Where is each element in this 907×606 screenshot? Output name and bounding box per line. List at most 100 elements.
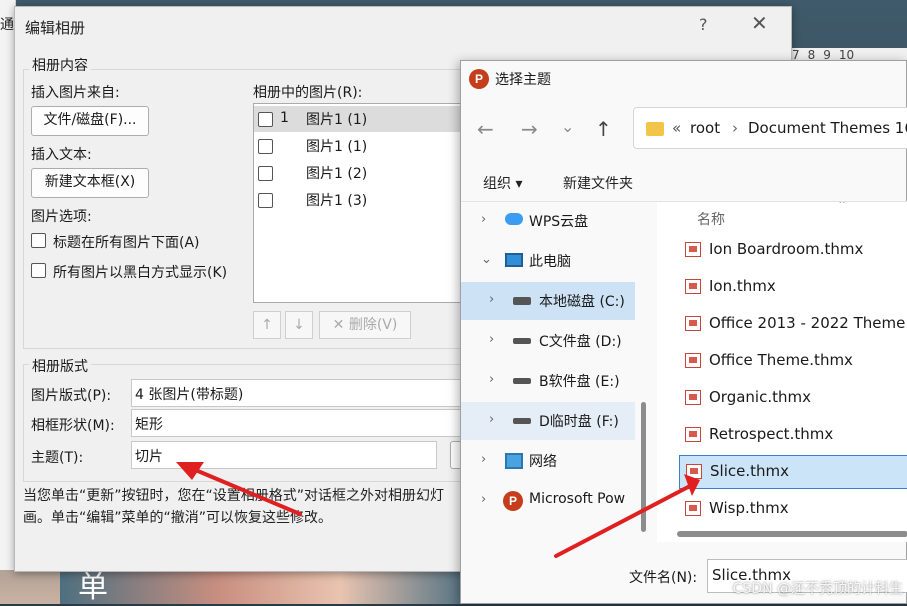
file-item[interactable]: Ion.thmx (677, 270, 907, 304)
theme-file-icon (685, 427, 701, 442)
ribbon-tab-fragment[interactable]: 通 (0, 14, 14, 34)
nav-item-label: WPS云盘 (529, 214, 589, 230)
nav-item-label: 本地磁盘 (C:) (539, 294, 625, 310)
info-text-line: 画。单击“编辑”菜单的“撤消”可以恢复这些修改。 (23, 510, 333, 526)
frame-shape-select[interactable]: 矩形 (131, 409, 461, 437)
computer-icon (505, 253, 523, 267)
nav-item-drive-e[interactable]: › B软件盘 (E:) (461, 362, 635, 400)
chevron-down-icon[interactable]: ⌄ (481, 252, 492, 267)
theme-file-icon (685, 501, 701, 516)
breadcrumb-root[interactable]: root (690, 119, 720, 137)
choose-theme-dialog: P 选择主题 ← → ⌄ ↑ « root › Document Themes … (460, 60, 907, 604)
chevron-right-icon[interactable]: › (481, 492, 486, 507)
folder-icon (646, 122, 664, 136)
file-name: Organic.thmx (709, 388, 811, 406)
forward-icon[interactable]: → (521, 117, 538, 141)
new-textbox-button[interactable]: 新建文本框(X) (31, 168, 149, 198)
horizontal-scrollbar[interactable] (677, 531, 907, 537)
file-name: Office Theme.thmx (709, 351, 853, 369)
nav-item-label: 网络 (529, 454, 557, 470)
chevron-right-icon[interactable]: › (489, 412, 494, 427)
list-item-checkbox[interactable] (258, 139, 273, 154)
move-down-button[interactable]: ↓ (285, 311, 313, 339)
vertical-scrollbar[interactable] (641, 402, 646, 532)
address-bar[interactable]: « root › Document Themes 16 (633, 107, 907, 149)
list-item-name: 图片1 (1) (306, 139, 368, 155)
pictures-in-album-label: 相册中的图片(R): (253, 85, 363, 101)
move-up-button[interactable]: ↑ (253, 311, 281, 339)
nav-item-drive-d[interactable]: › C文件盘 (D:) (461, 322, 635, 360)
insert-from-label: 插入图片来自: (31, 85, 120, 101)
black-white-checkbox[interactable] (31, 263, 46, 278)
nav-item-label: C文件盘 (D:) (539, 334, 622, 350)
file-name: Ion Boardroom.thmx (709, 240, 864, 258)
drive-icon (513, 378, 531, 384)
recent-locations-icon[interactable]: ⌄ (561, 117, 574, 136)
chevron-right-icon[interactable]: › (489, 372, 494, 387)
file-name: Slice.thmx (710, 462, 789, 480)
black-white-label[interactable]: 所有图片以黑白方式显示(K) (53, 262, 227, 282)
list-item[interactable]: 图片1 (1) (254, 133, 482, 159)
theme-field[interactable]: 切片 (131, 441, 437, 469)
column-header-name[interactable]: 名称 (697, 209, 725, 229)
caption-below-checkbox[interactable] (31, 233, 46, 248)
sort-ascending-icon: ⌃ (837, 202, 848, 212)
delete-button[interactable]: ✕ 删除(V) (319, 311, 411, 339)
breadcrumb-overflow[interactable]: « (672, 119, 681, 137)
nav-item-this-pc[interactable]: ⌄ 此电脑 (461, 242, 635, 280)
chevron-right-icon[interactable]: › (481, 212, 486, 227)
list-item[interactable]: 图片1 (2) (254, 160, 482, 186)
file-item[interactable]: Organic.thmx (677, 381, 907, 415)
nav-item-label: 此电脑 (529, 254, 571, 270)
file-name: Retrospect.thmx (709, 425, 834, 443)
file-name: Ion.thmx (709, 277, 776, 295)
list-item-name: 图片1 (2) (306, 166, 368, 182)
back-icon[interactable]: ← (477, 117, 494, 141)
drive-icon (513, 418, 531, 424)
theme-file-icon (685, 242, 701, 257)
watermark: CSDN @还不秃顶的计科生 (732, 581, 903, 597)
list-item-checkbox[interactable] (258, 193, 273, 208)
nav-item-drive-f[interactable]: › D临时盘 (F:) (461, 402, 635, 440)
chevron-right-icon[interactable]: › (489, 332, 494, 347)
list-item[interactable]: 图片1 (3) (254, 187, 482, 213)
breadcrumb-current[interactable]: Document Themes 16 (748, 119, 907, 137)
nav-item-powerpoint[interactable]: › P Microsoft Pow (461, 482, 635, 520)
up-folder-icon[interactable]: ↑ (595, 117, 612, 141)
file-disk-button[interactable]: 文件/磁盘(F)... (31, 106, 149, 136)
cloud-icon (505, 213, 523, 225)
file-item[interactable]: Office Theme.thmx (677, 344, 907, 378)
picture-layout-select[interactable]: 4 张图片(带标题) (131, 379, 461, 407)
navigation-pane: › WPS云盘 ⌄ 此电脑 › 本地磁盘 (C:) › C文件盘 (D:) › … (461, 202, 647, 542)
nav-item-network[interactable]: › 网络 (461, 442, 635, 480)
file-item[interactable]: Office 2013 - 2022 Theme.thmx (677, 307, 907, 341)
file-list: 名称 ⌃ Ion Boardroom.thmx Ion.thmx Office … (657, 202, 907, 542)
list-item[interactable]: 1 图片1 (1) (254, 106, 482, 132)
help-button[interactable]: ? (699, 15, 708, 34)
picture-layout-label: 图片版式(P): (31, 388, 112, 404)
list-item-checkbox[interactable] (258, 112, 273, 127)
file-item[interactable]: Wisp.thmx (677, 492, 907, 526)
theme-file-icon (685, 279, 701, 294)
new-folder-button[interactable]: 新建文件夹 (563, 173, 633, 193)
slide-photo (60, 568, 460, 604)
caption-below-label[interactable]: 标题在所有图片下面(A) (53, 232, 200, 252)
close-button[interactable]: ✕ (751, 11, 768, 35)
file-item[interactable]: Retrospect.thmx (677, 418, 907, 452)
file-name: Wisp.thmx (709, 499, 789, 517)
file-item[interactable]: Ion Boardroom.thmx (677, 233, 907, 267)
pictures-list[interactable]: 1 图片1 (1) 图片1 (1) 图片1 (2) 图片1 (3) (253, 103, 483, 303)
drive-icon (513, 338, 531, 344)
theme-file-icon (685, 353, 701, 368)
chevron-right-icon[interactable]: › (489, 292, 494, 307)
list-item-number: 1 (280, 110, 289, 126)
list-item-checkbox[interactable] (258, 166, 273, 181)
picture-options-label: 图片选项: (31, 209, 92, 225)
chevron-right-icon[interactable]: › (481, 452, 486, 467)
file-item-selected[interactable]: Slice.thmx (679, 455, 907, 489)
theme-file-icon (686, 464, 702, 479)
nav-item-wps-cloud[interactable]: › WPS云盘 (461, 202, 635, 240)
nav-item-label: Microsoft Pow (529, 491, 626, 507)
nav-item-drive-c[interactable]: › 本地磁盘 (C:) (461, 282, 635, 320)
organize-menu[interactable]: 组织 ▾ (483, 173, 522, 193)
